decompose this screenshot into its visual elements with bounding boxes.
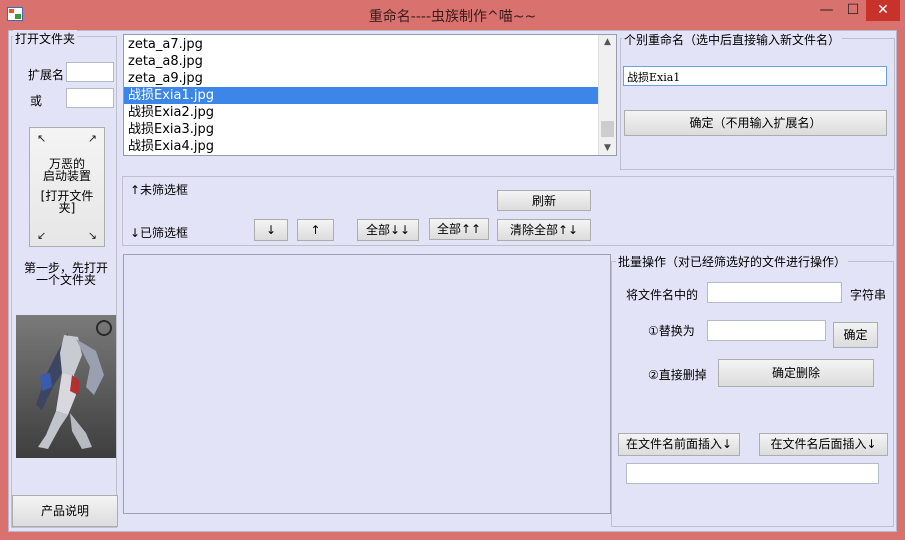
file-list[interactable]: zeta_a7.jpg zeta_a8.jpg zeta_a9.jpg 战损Exia1… bbox=[123, 34, 617, 156]
open-button-line4: 夹] bbox=[58, 201, 76, 215]
filtered-file-list[interactable] bbox=[123, 254, 611, 514]
maximize-button[interactable]: ☐ bbox=[840, 0, 866, 21]
file-list-item[interactable]: zeta_a8.jpg bbox=[124, 53, 598, 70]
product-info-button[interactable]: 产品说明 bbox=[12, 495, 118, 527]
file-list-item[interactable]: zeta_a9.jpg bbox=[124, 70, 598, 87]
window-title: 重命名----虫族制作^喵~~ bbox=[368, 9, 537, 25]
delete-confirm-button[interactable]: 确定删除 bbox=[718, 359, 874, 387]
move-all-down-button[interactable]: 全部↓↓ bbox=[357, 219, 419, 241]
insert-text-input[interactable] bbox=[626, 463, 879, 484]
single-rename-group bbox=[620, 38, 895, 170]
new-name-input[interactable]: 战损Exia1 bbox=[623, 66, 887, 86]
file-list-scrollbar[interactable]: ▲ ▼ bbox=[598, 35, 616, 155]
filtered-label: ↓已筛选框 bbox=[130, 226, 189, 240]
find-prefix-label: 将文件名中的 bbox=[626, 288, 699, 302]
file-list-item[interactable]: zeta_a7.jpg bbox=[124, 36, 598, 53]
find-suffix-label: 字符串 bbox=[850, 288, 887, 302]
close-button[interactable]: ✕ bbox=[866, 0, 900, 21]
confirm-rename-button[interactable]: 确定（不用输入扩展名） bbox=[624, 110, 887, 136]
or-input[interactable] bbox=[66, 88, 114, 108]
find-string-input[interactable] bbox=[707, 282, 842, 303]
scroll-up-icon[interactable]: ▲ bbox=[599, 37, 616, 47]
or-label: 或 bbox=[30, 94, 43, 108]
move-all-up-button[interactable]: 全部↑↑ bbox=[429, 218, 489, 240]
arrow-ne-icon: ↗ bbox=[87, 132, 97, 145]
arrow-se-icon: ↘ bbox=[87, 229, 97, 242]
replace-input[interactable] bbox=[707, 320, 826, 341]
extension-input[interactable] bbox=[66, 62, 114, 82]
scroll-down-icon[interactable]: ▼ bbox=[599, 143, 616, 153]
open-folder-button[interactable]: ↖ ↗ ↙ ↘ 万恶的 启动装置 [打开文件 夹] bbox=[29, 127, 105, 247]
replace-confirm-button[interactable]: 确定 bbox=[833, 322, 878, 348]
open-button-line2: 启动装置 bbox=[42, 169, 91, 183]
clear-all-button[interactable]: 清除全部↑↓ bbox=[497, 219, 591, 241]
file-list-item[interactable]: 战损Exia1.jpg bbox=[124, 87, 598, 104]
insert-front-button[interactable]: 在文件名前面插入↓ bbox=[618, 433, 740, 456]
file-list-item[interactable]: 战损Exia3.jpg bbox=[124, 121, 598, 138]
arrow-sw-icon: ↙ bbox=[37, 229, 47, 242]
refresh-button[interactable]: 刷新 bbox=[497, 190, 591, 211]
replace-label: ①替换为 bbox=[648, 324, 695, 338]
minimize-button[interactable]: — bbox=[813, 0, 840, 21]
step-hint: 第一步，先打开一个文件夹 bbox=[24, 261, 109, 287]
file-list-item[interactable]: 战损Exia4.jpg bbox=[124, 138, 598, 155]
delete-label: ②直接删掉 bbox=[648, 368, 707, 382]
insert-back-button[interactable]: 在文件名后面插入↓ bbox=[759, 433, 888, 456]
extension-label: 扩展名 bbox=[28, 68, 65, 82]
file-list-item[interactable]: 战损Exia2.jpg bbox=[124, 104, 598, 121]
batch-group-title: 批量操作（对已经筛选好的文件进行操作） bbox=[616, 253, 849, 270]
gundam-image bbox=[16, 315, 116, 458]
scroll-thumb[interactable] bbox=[601, 121, 614, 137]
unfiltered-label: ↑未筛选框 bbox=[130, 183, 189, 197]
arrow-nw-icon: ↖ bbox=[37, 132, 47, 145]
move-up-button[interactable]: ↑ bbox=[297, 219, 334, 241]
open-folder-group-title: 打开文件夹 bbox=[13, 30, 78, 47]
move-down-button[interactable]: ↓ bbox=[254, 219, 288, 241]
single-rename-title: 个别重命名（选中后直接输入新文件名） bbox=[622, 31, 843, 48]
